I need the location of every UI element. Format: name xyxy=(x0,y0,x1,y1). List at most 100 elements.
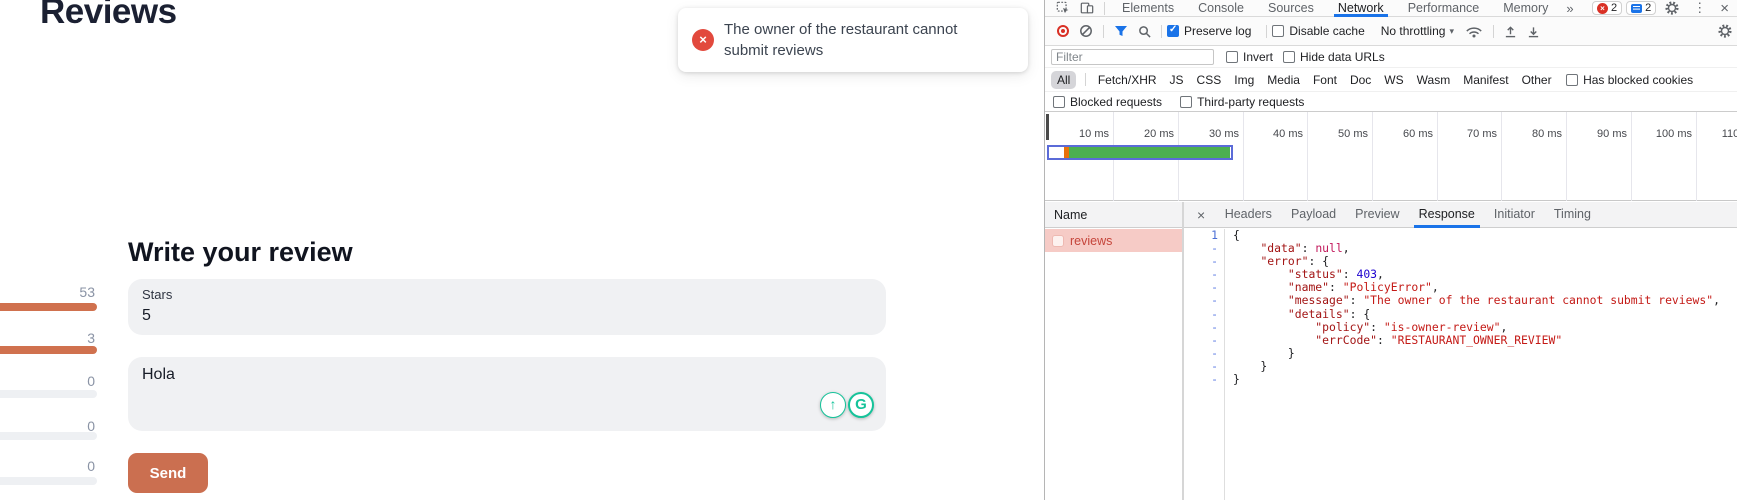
send-button[interactable]: Send xyxy=(128,453,208,493)
issues-count-badge[interactable]: 2 xyxy=(1626,1,1656,15)
detail-tab-response[interactable]: Response xyxy=(1419,202,1475,228)
name-column-header[interactable]: Name xyxy=(1045,208,1184,222)
invert-checkbox[interactable] xyxy=(1226,51,1238,63)
rating-count: 3 xyxy=(0,330,95,346)
filter-pill-media[interactable]: Media xyxy=(1267,73,1300,87)
rating-count: 0 xyxy=(0,373,95,389)
error-icon: × xyxy=(1597,3,1608,14)
code-line: "errCode": "RESTAURANT_OWNER_REVIEW" xyxy=(1233,334,1720,347)
tab-network[interactable]: Network xyxy=(1338,0,1384,17)
detail-tabs: Headers Payload Preview Response Initiator Ti… xyxy=(1215,202,1600,228)
timeline-tick-label: 50 ms xyxy=(1312,128,1368,140)
timeline-gridline xyxy=(1631,112,1632,201)
grammarly-arrow-icon[interactable]: ↑ xyxy=(820,392,846,418)
close-detail-icon[interactable]: × xyxy=(1197,207,1205,223)
rating-bar xyxy=(0,432,97,440)
kebab-menu-icon[interactable]: ⋮ xyxy=(1693,0,1706,16)
detail-tab-payload[interactable]: Payload xyxy=(1291,202,1336,228)
invert-label: Invert xyxy=(1243,50,1273,64)
issues-icon xyxy=(1631,4,1642,13)
request-name: reviews xyxy=(1070,234,1112,248)
fold-marker: - xyxy=(1211,320,1218,334)
rating-bar xyxy=(0,303,97,311)
network-overview-timeline[interactable]: 10 ms20 ms30 ms40 ms50 ms60 ms70 ms80 ms… xyxy=(1045,112,1737,201)
tab-sources[interactable]: Sources xyxy=(1268,0,1314,17)
filter-pill-ws[interactable]: WS xyxy=(1384,73,1403,87)
fold-marker: - xyxy=(1211,280,1218,294)
filter-input[interactable] xyxy=(1051,49,1214,65)
stars-field[interactable]: Stars 5 xyxy=(128,279,886,335)
preserve-log-checkbox[interactable] xyxy=(1167,25,1179,37)
overview-request-bar[interactable] xyxy=(1047,145,1233,160)
detail-tab-headers[interactable]: Headers xyxy=(1225,202,1272,228)
timeline-tick-label: 20 ms xyxy=(1118,128,1174,140)
filter-pill-font[interactable]: Font xyxy=(1313,73,1337,87)
tab-memory[interactable]: Memory xyxy=(1503,0,1548,17)
close-devtools-icon[interactable]: × xyxy=(1720,0,1729,17)
filter-pill-img[interactable]: Img xyxy=(1234,73,1254,87)
more-tabs-button[interactable]: » xyxy=(1566,1,1573,16)
review-textarea[interactable]: Hola xyxy=(128,357,886,431)
request-row-reviews[interactable]: reviews xyxy=(1045,229,1182,252)
filter-pill-manifest[interactable]: Manifest xyxy=(1463,73,1508,87)
error-circle-icon: × xyxy=(692,29,714,51)
filter-pill-wasm[interactable]: Wasm xyxy=(1417,73,1451,87)
fold-marker: - xyxy=(1211,254,1218,268)
page-title: Reviews xyxy=(40,0,177,32)
tab-console[interactable]: Console xyxy=(1198,0,1244,17)
inspect-element-icon[interactable] xyxy=(1056,1,1070,15)
third-party-requests-checkbox[interactable] xyxy=(1180,96,1192,108)
filter-pill-other[interactable]: Other xyxy=(1522,73,1552,87)
has-blocked-cookies-checkbox[interactable] xyxy=(1566,74,1578,86)
filter-pill-fetchxhr[interactable]: Fetch/XHR xyxy=(1098,73,1157,87)
detail-tab-preview[interactable]: Preview xyxy=(1355,202,1399,228)
disable-cache-checkbox[interactable] xyxy=(1272,25,1284,37)
detail-tab-timing[interactable]: Timing xyxy=(1554,202,1591,228)
export-har-icon[interactable] xyxy=(1527,25,1540,38)
filter-pill-all[interactable]: All xyxy=(1051,71,1076,89)
filter-funnel-icon[interactable] xyxy=(1114,25,1128,37)
blocked-requests-label: Blocked requests xyxy=(1070,95,1162,109)
type-filter-bar: All Fetch/XHR JS CSS Img Media Font Doc WS Wasm Ma… xyxy=(1045,68,1737,92)
timeline-tick-label: 100 ms xyxy=(1636,128,1692,140)
stars-label: Stars xyxy=(142,287,172,302)
timeline-gridline xyxy=(1501,112,1502,201)
overview-download-segment xyxy=(1069,147,1230,158)
tab-elements[interactable]: Elements xyxy=(1122,0,1174,17)
grammarly-g-icon[interactable]: G xyxy=(848,392,874,418)
record-network-log-button[interactable] xyxy=(1057,25,1069,37)
main-tabs: Elements Console Sources Network Performance… xyxy=(1110,0,1560,17)
error-toast: × The owner of the restaurant cannot sub… xyxy=(678,8,1028,72)
timeline-tick-label: 80 ms xyxy=(1506,128,1562,140)
settings-gear-icon[interactable] xyxy=(1665,1,1679,15)
filter-pill-doc[interactable]: Doc xyxy=(1350,73,1371,87)
devtools-tabbar: Elements Console Sources Network Performance… xyxy=(1045,0,1737,17)
divider xyxy=(1104,2,1105,15)
rating-bar xyxy=(0,477,97,485)
network-settings-gear-icon[interactable] xyxy=(1718,24,1732,38)
chevron-down-icon: ▾ xyxy=(1449,26,1454,37)
third-party-requests-label: Third-party requests xyxy=(1197,95,1304,109)
network-conditions-icon[interactable] xyxy=(1465,25,1483,38)
response-json-code: { "data": null, "error": { "status": 403… xyxy=(1233,229,1720,386)
divider xyxy=(1161,25,1162,38)
tab-performance[interactable]: Performance xyxy=(1408,0,1480,17)
detail-tab-initiator[interactable]: Initiator xyxy=(1494,202,1535,228)
filter-pill-js[interactable]: JS xyxy=(1170,73,1184,87)
code-line: } xyxy=(1233,373,1720,386)
fold-marker: - xyxy=(1211,372,1218,386)
timeline-tick-label: 30 ms xyxy=(1183,128,1239,140)
timeline-tick-label: 110 ms xyxy=(1701,128,1737,140)
blocked-requests-checkbox[interactable] xyxy=(1053,96,1065,108)
clear-network-log-icon[interactable] xyxy=(1079,24,1093,38)
error-count-badge[interactable]: × 2 xyxy=(1592,1,1622,15)
hide-data-urls-checkbox[interactable] xyxy=(1283,51,1295,63)
timeline-tick-label: 10 ms xyxy=(1053,128,1109,140)
device-toolbar-icon[interactable] xyxy=(1080,1,1094,15)
filter-pill-css[interactable]: CSS xyxy=(1197,73,1222,87)
search-icon[interactable] xyxy=(1138,25,1151,38)
screenshot-root: Reviews × The owner of the restaurant ca… xyxy=(0,0,1737,500)
throttling-dropdown[interactable]: No throttling ▾ xyxy=(1381,24,1454,38)
error-count: 2 xyxy=(1611,2,1617,14)
import-har-icon[interactable] xyxy=(1504,25,1517,38)
